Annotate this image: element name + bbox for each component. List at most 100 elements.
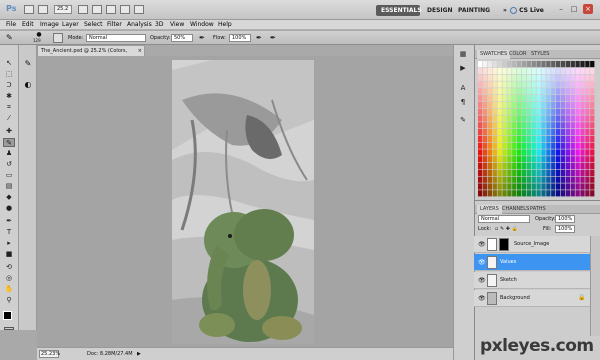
swatch-cell[interactable] (580, 169, 585, 176)
swatch-cell[interactable] (551, 176, 556, 183)
swatch-cell[interactable] (526, 115, 532, 122)
tool-presets-icon[interactable]: ✎ (457, 116, 469, 126)
swatch-cell[interactable] (497, 122, 502, 129)
swatch-cell[interactable] (536, 163, 541, 170)
swatch-cell[interactable] (492, 61, 497, 68)
swatch-cell[interactable] (546, 81, 551, 88)
swatch-cell[interactable] (517, 183, 522, 190)
swatch-cell[interactable] (541, 95, 546, 102)
swatch-cell[interactable] (497, 156, 502, 163)
swatch-cell[interactable] (551, 190, 556, 197)
3d-orbit-tool-icon[interactable]: ◎ (3, 274, 15, 283)
swatch-cell[interactable] (487, 122, 493, 129)
swatch-cell[interactable] (531, 74, 536, 81)
swatch-cell[interactable] (556, 169, 561, 176)
swatch-cell[interactable] (585, 61, 590, 68)
swatch-cell[interactable] (551, 81, 556, 88)
swatch-cell[interactable] (512, 135, 517, 142)
swatch-cell[interactable] (487, 156, 493, 163)
swatch-cell[interactable] (482, 156, 488, 163)
swatch-cell[interactable] (478, 183, 483, 190)
swatch-cell[interactable] (478, 61, 483, 68)
swatch-cell[interactable] (526, 88, 532, 95)
swatch-cell[interactable] (512, 61, 517, 68)
swatch-cell[interactable] (560, 149, 566, 156)
swatch-cell[interactable] (517, 156, 522, 163)
swatch-cell[interactable] (482, 88, 488, 95)
swatch-cell[interactable] (560, 115, 566, 122)
swatch-cell[interactable] (546, 135, 551, 142)
swatch-cell[interactable] (590, 61, 595, 68)
swatch-cell[interactable] (502, 183, 507, 190)
swatch-cell[interactable] (541, 88, 546, 95)
swatch-cell[interactable] (546, 169, 551, 176)
swatch-cell[interactable] (497, 81, 502, 88)
menu-filter[interactable]: Filter (107, 20, 122, 30)
swatch-cell[interactable] (536, 183, 541, 190)
swatch-cell[interactable] (575, 67, 580, 74)
swatch-cell[interactable] (512, 95, 517, 102)
zoom-tool-icon[interactable] (106, 5, 116, 14)
swatch-cell[interactable] (551, 74, 556, 81)
history-brush-tool-icon[interactable]: ↺ (3, 160, 15, 169)
swatch-cell[interactable] (497, 149, 502, 156)
swatch-cell[interactable] (570, 156, 575, 163)
swatch-cell[interactable] (507, 122, 512, 129)
swatch-cell[interactable] (570, 101, 575, 108)
swatch-cell[interactable] (478, 176, 483, 183)
swatch-cell[interactable] (492, 142, 497, 149)
swatch-cell[interactable] (492, 183, 497, 190)
swatch-cell[interactable] (565, 115, 571, 122)
swatch-cell[interactable] (517, 61, 522, 68)
swatch-cell[interactable] (497, 67, 502, 74)
swatch-cell[interactable] (590, 129, 595, 136)
swatch-cell[interactable] (565, 190, 571, 197)
swatch-cell[interactable] (531, 122, 536, 129)
swatch-cell[interactable] (482, 115, 488, 122)
swatch-cell[interactable] (585, 149, 590, 156)
swatch-cell[interactable] (565, 61, 571, 68)
swatch-cell[interactable] (507, 74, 512, 81)
swatch-cell[interactable] (570, 129, 575, 136)
swatch-cell[interactable] (536, 190, 541, 197)
layer-opacity-field[interactable]: 100% (555, 215, 575, 223)
swatch-cell[interactable] (541, 101, 546, 108)
swatch-cell[interactable] (526, 129, 532, 136)
swatch-cell[interactable] (521, 163, 527, 170)
menu-edit[interactable]: Edit (22, 20, 34, 30)
minimize-button[interactable]: – (556, 4, 566, 14)
swatch-cell[interactable] (590, 183, 595, 190)
swatch-cell[interactable] (487, 101, 493, 108)
swatch-cell[interactable] (565, 169, 571, 176)
swatch-cell[interactable] (570, 190, 575, 197)
swatch-cell[interactable] (512, 101, 517, 108)
swatch-cell[interactable] (556, 176, 561, 183)
menu-view[interactable]: View (170, 20, 184, 30)
hand-icon[interactable]: ✋ (3, 285, 15, 294)
swatch-cell[interactable] (502, 108, 507, 115)
swatch-cell[interactable] (512, 163, 517, 170)
workspace-more[interactable]: » (498, 5, 508, 16)
swatch-cell[interactable] (517, 190, 522, 197)
brush-size-value[interactable]: 129 (33, 38, 47, 44)
swatch-cell[interactable] (526, 95, 532, 102)
swatch-cell[interactable] (531, 88, 536, 95)
menu-image[interactable]: Image (40, 20, 59, 30)
swatch-cell[interactable] (487, 115, 493, 122)
swatch-cell[interactable] (487, 169, 493, 176)
swatch-cell[interactable] (507, 135, 512, 142)
swatch-cell[interactable] (531, 149, 536, 156)
swatch-cell[interactable] (512, 88, 517, 95)
zoom-level-field[interactable]: 25.2 (54, 5, 72, 14)
swatch-cell[interactable] (575, 149, 580, 156)
swatch-cell[interactable] (482, 142, 488, 149)
swatch-cell[interactable] (512, 74, 517, 81)
swatch-cell[interactable] (497, 176, 502, 183)
swatch-cell[interactable] (546, 190, 551, 197)
swatch-cell[interactable] (560, 156, 566, 163)
swatch-cell[interactable] (521, 142, 527, 149)
swatch-cell[interactable] (521, 190, 527, 197)
swatch-cell[interactable] (492, 190, 497, 197)
restore-button[interactable]: □ (569, 4, 579, 14)
swatch-cell[interactable] (556, 101, 561, 108)
